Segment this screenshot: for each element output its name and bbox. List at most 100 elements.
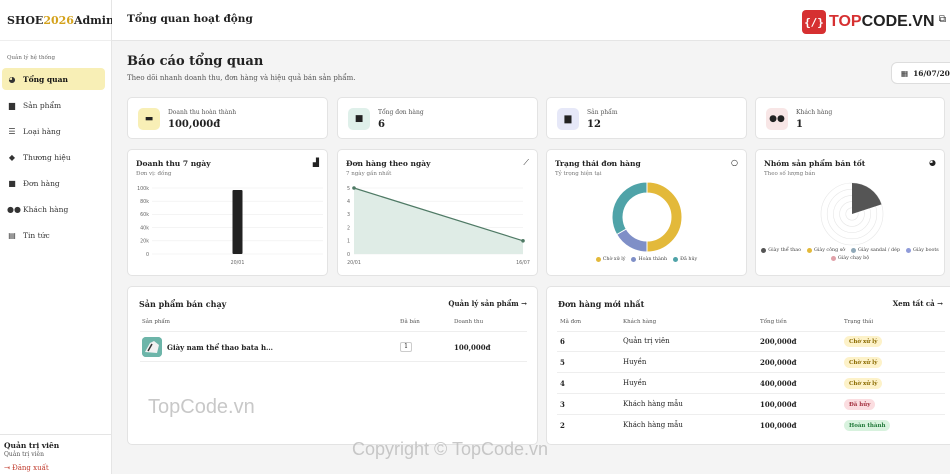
watermark-topcode: TopCode.vn (148, 396, 255, 418)
wallet-icon: ▬ (138, 108, 160, 130)
sidebar-item-label: Đơn hàng (23, 178, 60, 188)
legend-swatch (631, 257, 637, 262)
pie-slice (616, 228, 648, 253)
sidebar-item-products[interactable]: ▆ Sản phẩm (2, 94, 105, 116)
legend-swatch (830, 256, 836, 261)
link-label: Xem tất cả (892, 299, 935, 308)
legend-item[interactable]: Giày công sở (806, 248, 845, 253)
logo-text-rest: CODE.VN (861, 13, 935, 30)
date-value: 16/07/2026 (913, 68, 950, 78)
news-icon: ▤ (8, 230, 16, 240)
watermark-copyright: Copyright © TopCode.vn (352, 439, 549, 459)
sidebar-item-label: Thương hiệu (23, 152, 71, 162)
legend-item[interactable]: Giày chạy bộ (830, 256, 869, 261)
sidebar-item-brands[interactable]: ◆ Thương hiệu (2, 146, 105, 168)
stat-label: Khách hàng (796, 109, 833, 116)
y-tick-label: 80k (140, 199, 149, 205)
stat-value: 6 (378, 119, 385, 130)
logout-button[interactable]: ⇥ Đăng xuất (4, 464, 112, 472)
bar-chart-icon: ▟ (312, 158, 319, 167)
sidebar-item-orders[interactable]: ■ Đơn hàng (2, 172, 105, 194)
brand[interactable]: SHOE 2026 Admin (0, 0, 114, 41)
bag-icon: ■ (8, 178, 16, 188)
x-tick-label: 20/01 (347, 260, 361, 266)
legend-item[interactable]: Hoàn thành (631, 257, 667, 262)
table-divider (140, 361, 527, 362)
sidebar-item-news[interactable]: ▤ Tin tức (2, 224, 105, 246)
y-tick-label: 5 (347, 186, 350, 192)
external-link-icon[interactable]: ⧉ (939, 14, 946, 25)
polar-slice (852, 183, 882, 214)
line-chart-icon: ⟋ (523, 158, 529, 167)
sidebar-item-label: Tổng quan (23, 74, 68, 84)
x-tick-label: 20/01 (231, 260, 245, 266)
shoe-image (142, 337, 162, 357)
chart-subtitle: Theo số lượng bán (764, 171, 816, 177)
legend-label: Giày thể thao (768, 248, 801, 253)
y-tick-label: 40k (140, 225, 149, 231)
arrow-right-icon: → (937, 299, 943, 308)
order-id: 5 (560, 358, 565, 367)
legend-swatch (806, 248, 812, 253)
customer-name: Khách hàng mẫu (623, 400, 683, 408)
report-subtitle: Theo dõi nhanh doanh thu, đơn hàng và hi… (127, 74, 356, 82)
legend-item[interactable]: Giày boots (906, 248, 939, 253)
revenue-chart: 0 20k 40k 60k 80k 100k 20/01 (137, 186, 323, 266)
sidebar-item-categories[interactable]: ☰ Loại hàng (2, 120, 105, 142)
users-icon: ●● (766, 108, 788, 130)
chart-subtitle: 7 ngày gần nhất (346, 171, 392, 177)
stat-customers: ●● Khách hàng 1 (755, 97, 945, 139)
customer-name: Huyền (623, 358, 647, 366)
y-tick-label: 100k (137, 186, 149, 192)
tag-icon: ◆ (8, 152, 16, 162)
legend-swatch (906, 248, 912, 253)
table-divider (557, 331, 945, 332)
stat-value: 100,000đ (168, 119, 221, 130)
sidebar-user: Quản trị viên Quản trị viên ⇥ Đăng xuất (0, 434, 112, 474)
col-customer: Khách hàng (623, 319, 657, 325)
legend-item[interactable]: Đã hủy (673, 257, 697, 262)
order-id: 3 (560, 400, 565, 409)
legend-item[interactable]: Giày thể thao (761, 248, 801, 253)
col-revenue: Doanh thu (454, 319, 484, 325)
topbar: Tổng quan hoạt động {/} TOPCODE.VN ⧉ (112, 0, 950, 41)
data-point (521, 239, 525, 243)
legend-item[interactable]: Giày sandal / dép (851, 248, 900, 253)
view-all-link[interactable]: Xem tất cả → (893, 299, 943, 308)
customer-name: Huyền (623, 379, 647, 387)
status-badge: Chờ xử lý (844, 336, 883, 347)
sidebar: SHOE 2026 Admin Quản lý hệ thống ◕ Tổng qu… (0, 0, 114, 474)
sidebar-item-label: Loại hàng (23, 126, 61, 136)
product-name[interactable]: Giày nam thể thao bata h… (167, 343, 273, 352)
manage-products-link[interactable]: Quản lý sản phẩm → (448, 299, 527, 308)
gauge-icon: ◕ (8, 74, 16, 84)
product-thumbnail (142, 337, 162, 357)
y-tick-label: 4 (347, 199, 350, 205)
sidebar-item-overview[interactable]: ◕ Tổng quan (2, 68, 105, 90)
stat-label: Doanh thu hoàn thành (168, 109, 237, 116)
customer-name: Khách hàng mẫu (623, 421, 683, 429)
stat-revenue: ▬ Doanh thu hoàn thành 100,000đ (127, 97, 328, 139)
chart-subtitle: Tỷ trọng hiện tại (555, 171, 602, 177)
col-product: Sản phẩm (142, 319, 170, 325)
legend-item[interactable]: Chờ xử lý (595, 257, 625, 262)
report-title: Báo cáo tổng quan (127, 54, 264, 69)
user-role: Quản trị viên (4, 451, 44, 458)
date-picker[interactable]: ▦ 16/07/2026 (891, 62, 950, 84)
table-divider (557, 372, 945, 373)
sidebar-item-customers[interactable]: ●● Khách hàng (2, 198, 105, 220)
orders-chart: 0 1 2 3 4 5 20/01 16/07 (347, 186, 530, 266)
y-tick-label: 20k (140, 239, 149, 245)
page-title: Tổng quan hoạt động (127, 13, 253, 25)
box-icon: ▆ (8, 100, 16, 110)
users-icon: ●● (7, 204, 21, 214)
stat-label: Tổng đơn hàng (378, 109, 424, 116)
user-name: Quản trị viên (4, 441, 60, 450)
sold-count: 1 (400, 342, 412, 352)
order-total: 200,000đ (760, 337, 797, 346)
order-total: 200,000đ (760, 358, 797, 367)
chart-title: Nhóm sản phẩm bán tốt (764, 159, 866, 168)
legend-swatch (761, 248, 767, 253)
col-total: Tổng tiền (760, 319, 787, 325)
sidebar-item-label: Sản phẩm (23, 100, 62, 110)
